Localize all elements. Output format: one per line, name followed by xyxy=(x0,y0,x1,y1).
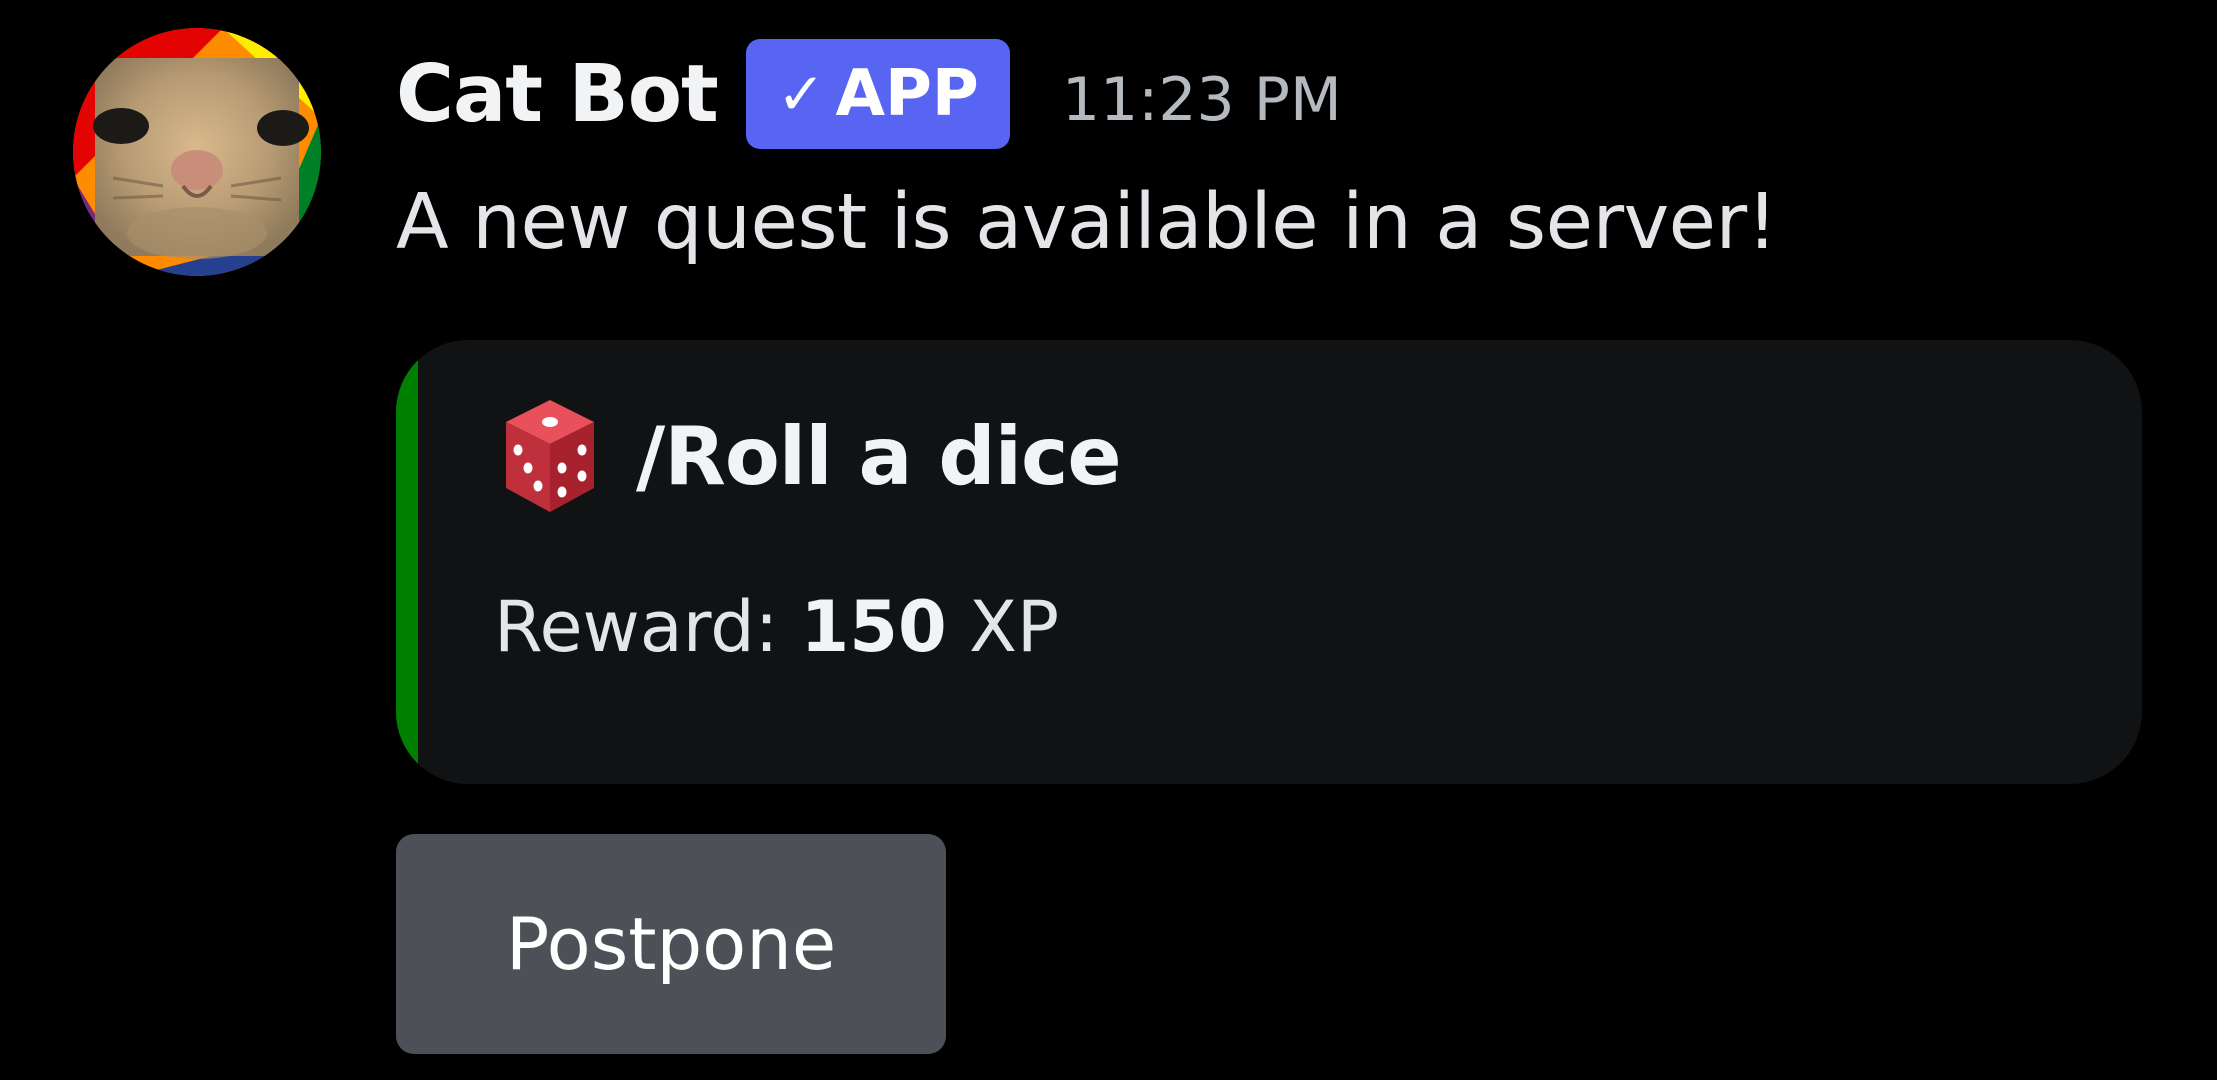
reward-unit: XP xyxy=(968,586,1060,668)
message-timestamp: 11:23 PM xyxy=(1061,65,1342,135)
embed-reward: Reward: 150 XP xyxy=(494,586,1059,668)
reward-label: Reward: xyxy=(494,586,779,668)
message-header: Cat Bot ✓ APP 11:23 PM xyxy=(396,38,1342,150)
message-content: A new quest is available in a server! xyxy=(396,178,1778,267)
app-badge: ✓ APP xyxy=(745,39,1010,149)
verified-check-icon: ✓ xyxy=(776,60,826,128)
embed-title: /Roll a dice xyxy=(636,409,1122,503)
game-die-icon xyxy=(506,400,594,512)
author-name[interactable]: Cat Bot xyxy=(396,48,719,140)
reward-value: 150 xyxy=(800,586,947,668)
quest-embed: /Roll a dice Reward: 150 XP xyxy=(396,340,2142,784)
postpone-button[interactable]: Postpone xyxy=(396,834,946,1054)
author-avatar[interactable] xyxy=(73,28,321,276)
embed-title-row: /Roll a dice xyxy=(500,392,1122,520)
app-badge-label: APP xyxy=(835,57,979,131)
embed-accent-bar xyxy=(396,340,418,784)
cat-avatar-icon xyxy=(73,28,321,276)
